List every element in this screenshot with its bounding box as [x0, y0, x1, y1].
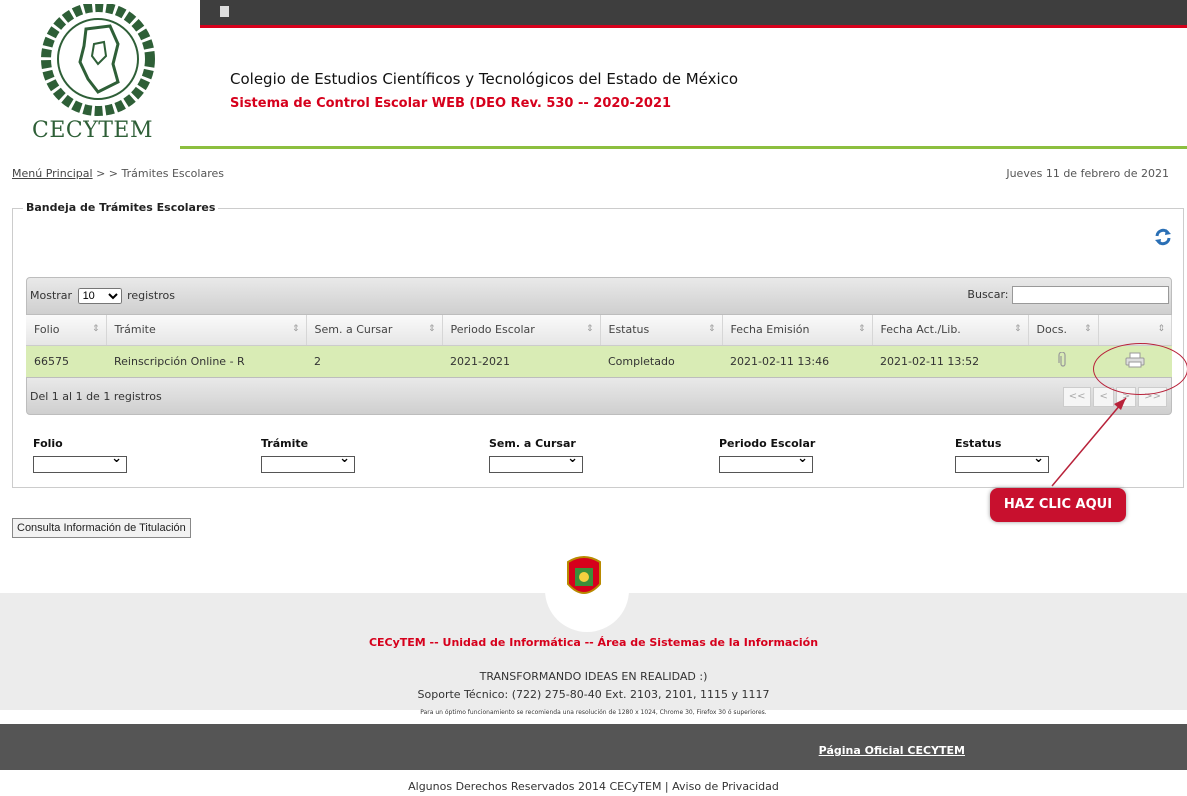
- footer-unit: CECyTEM -- Unidad de Informática -- Área…: [368, 636, 819, 649]
- top-bar: [200, 0, 1187, 28]
- cell-periodo: 2021-2021: [442, 345, 600, 377]
- column-header[interactable]: Sem. a Cursar ⇕: [306, 315, 443, 346]
- filter-folio-select[interactable]: [33, 451, 127, 473]
- column-header[interactable]: Fecha Act./Lib. ⇕: [872, 315, 1029, 346]
- data-table-wrapper: Mostrar 10 registros Buscar: Folio ⇕ Trám…: [26, 277, 1172, 415]
- tramites-table: Folio ⇕ Trámite ⇕ Sem. a Cursar ⇕ Periodo E…: [26, 315, 1172, 377]
- table-toolbar: Mostrar 10 registros Buscar:: [26, 277, 1172, 315]
- column-header[interactable]: Estatus ⇕: [600, 315, 723, 346]
- footer-note: Para un óptimo funcionamiento se recomie…: [420, 709, 767, 716]
- search-label: Buscar:: [967, 288, 1009, 301]
- logo-text: CECYTEM: [32, 118, 154, 143]
- column-header[interactable]: Periodo Escolar ⇕: [442, 315, 601, 346]
- header-divider: [180, 146, 1187, 149]
- table-row[interactable]: 66575 Reinscripción Online - R 2 2021-20…: [26, 345, 1172, 377]
- consulta-titulacion-button[interactable]: Consulta Información de Titulación: [12, 518, 191, 538]
- cell-actualizacion: 2021-02-11 13:52: [872, 345, 1028, 377]
- official-site-link[interactable]: Página Oficial CECYTEM: [819, 744, 965, 757]
- prev-page-button[interactable]: <: [1093, 387, 1114, 407]
- cell-emision: 2021-02-11 13:46: [722, 345, 872, 377]
- filter-tramite: Trámite: [261, 437, 355, 473]
- footer-bar: [0, 724, 1187, 770]
- first-page-button[interactable]: <<: [1062, 387, 1092, 407]
- cell-estatus: Completado: [600, 345, 722, 377]
- current-date: Jueves 11 de febrero de 2021: [1006, 167, 1169, 180]
- state-coat-of-arms-icon: [567, 556, 601, 594]
- page-length-control: Mostrar 10 registros: [30, 288, 175, 304]
- column-header[interactable]: Trámite ⇕: [106, 315, 307, 346]
- show-label: Mostrar: [30, 289, 73, 302]
- records-info: Del 1 al 1 de 1 registros: [30, 390, 162, 403]
- filter-semestre-select[interactable]: [489, 451, 583, 473]
- breadcrumb: Menú Principal > > Trámites Escolares: [12, 167, 224, 180]
- cell-docs: [1028, 345, 1098, 377]
- filter-estatus: Estatus: [955, 437, 1049, 473]
- filter-semestre: Sem. a Cursar: [489, 437, 583, 473]
- panel-legend: Bandeja de Trámites Escolares: [23, 201, 219, 214]
- column-header[interactable]: Folio ⇕: [26, 315, 107, 346]
- refresh-icon[interactable]: [1153, 227, 1173, 247]
- filter-periodo: Periodo Escolar: [719, 437, 815, 473]
- footer-rights: Algunos Derechos Reservados 2014 CECyTEM…: [408, 780, 779, 793]
- footer-slogan: TRANSFORMANDO IDEAS EN REALIDAD :): [479, 670, 708, 683]
- paperclip-icon[interactable]: [1058, 351, 1068, 368]
- cell-tramite: Reinscripción Online - R: [106, 345, 306, 377]
- records-label: registros: [127, 289, 175, 302]
- government-logo: [220, 6, 280, 20]
- column-header[interactable]: ⇕: [1098, 315, 1172, 346]
- filter-tramite-select[interactable]: [261, 451, 355, 473]
- column-header[interactable]: Docs. ⇕: [1028, 315, 1099, 346]
- breadcrumb-rest: > > Trámites Escolares: [92, 167, 224, 180]
- tramites-panel: Bandeja de Trámites Escolares Mostrar 10…: [12, 201, 1184, 488]
- filter-periodo-select[interactable]: [719, 451, 813, 473]
- footer-support: Soporte Técnico: (722) 275-80-40 Ext. 21…: [417, 688, 770, 701]
- search-control: Buscar:: [967, 286, 1169, 304]
- column-header[interactable]: Fecha Emisión ⇕: [722, 315, 873, 346]
- table-footer: Del 1 al 1 de 1 registros << < > >>: [26, 377, 1172, 415]
- system-subtitle: Sistema de Control Escolar WEB (DEO Rev.…: [230, 96, 672, 111]
- column-filters: Folio Trámite Sem. a Cursar Periodo Esco…: [33, 437, 1173, 477]
- cell-semestre: 2: [306, 345, 442, 377]
- institution-title: Colegio de Estudios Científicos y Tecnol…: [230, 70, 739, 88]
- click-here-callout: HAZ CLIC AQUI: [990, 488, 1126, 522]
- breadcrumb-home-link[interactable]: Menú Principal: [12, 167, 93, 180]
- cell-folio: 66575: [26, 345, 106, 377]
- page-length-select[interactable]: 10: [77, 288, 122, 304]
- filter-folio: Folio: [33, 437, 127, 473]
- highlight-circle: [1093, 343, 1187, 395]
- filter-estatus-select[interactable]: [955, 451, 1049, 473]
- search-input[interactable]: [1012, 286, 1169, 304]
